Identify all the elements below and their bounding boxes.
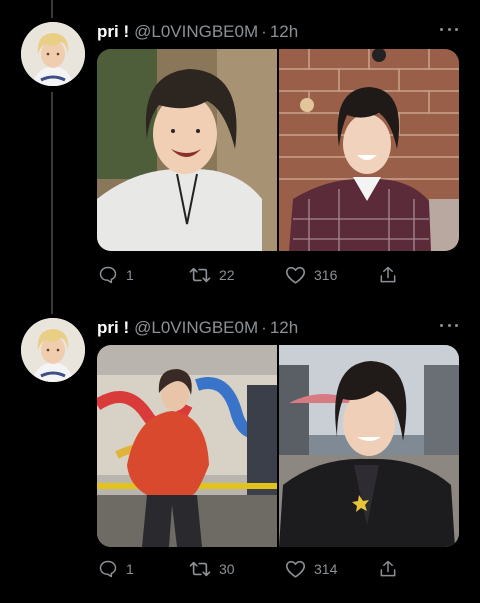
- avatar[interactable]: [21, 22, 85, 86]
- like-action[interactable]: 316: [285, 263, 337, 287]
- share-icon: [380, 266, 396, 283]
- media-grid: [97, 49, 459, 251]
- reply-count: 1: [126, 561, 134, 577]
- tweet[interactable]: pri ! @L0VINGBE0M · 12h: [0, 20, 480, 310]
- action-bar: 1 30 314: [97, 557, 459, 581]
- display-name[interactable]: pri !: [97, 22, 129, 42]
- more-dot: [440, 323, 443, 327]
- retweet-icon: [189, 267, 211, 283]
- retweet-action[interactable]: 30: [189, 557, 235, 581]
- photo-black-jacket-outdoors[interactable]: [279, 345, 459, 547]
- retweet-count: 30: [219, 561, 235, 577]
- display-name[interactable]: pri !: [97, 318, 129, 338]
- reply-count: 1: [126, 267, 134, 283]
- more-dot: [447, 27, 451, 31]
- more-dot: [440, 27, 443, 31]
- reply-icon: [99, 266, 117, 284]
- tweet[interactable]: pri ! @L0VINGBE0M · 12h: [0, 316, 480, 603]
- photo-laughing-white-jacket[interactable]: [97, 49, 277, 251]
- tweet-header: pri ! @L0VINGBE0M · 12h: [97, 316, 298, 340]
- more-dot: [455, 323, 458, 327]
- more-options-icon[interactable]: [440, 24, 458, 34]
- tweet-header: pri ! @L0VINGBE0M · 12h: [97, 20, 298, 44]
- separator-dot: ·: [261, 22, 267, 41]
- action-bar: 1 22 316: [97, 263, 459, 287]
- user-handle[interactable]: @L0VINGBE0M: [134, 22, 258, 42]
- reply-icon: [99, 560, 117, 578]
- like-count: 314: [314, 561, 338, 577]
- heart-icon: [285, 560, 306, 578]
- separator-dot: ·: [261, 318, 267, 337]
- more-options-icon[interactable]: [440, 320, 458, 330]
- more-dot: [455, 27, 458, 31]
- share-action[interactable]: [378, 557, 406, 581]
- media-grid: [97, 345, 459, 547]
- retweet-icon: [189, 561, 211, 577]
- share-icon: [380, 560, 396, 577]
- timestamp[interactable]: 12h: [270, 318, 298, 338]
- user-handle[interactable]: @L0VINGBE0M: [134, 318, 258, 338]
- retweet-count: 22: [219, 267, 235, 283]
- thread-line-top: [51, 0, 53, 18]
- share-action[interactable]: [378, 263, 406, 287]
- like-count: 316: [314, 267, 338, 283]
- reply-action[interactable]: 1: [98, 557, 134, 581]
- avatar[interactable]: [21, 318, 85, 382]
- heart-icon: [285, 266, 306, 284]
- reply-action[interactable]: 1: [98, 263, 134, 287]
- like-action[interactable]: 314: [285, 557, 337, 581]
- photo-red-sweater-graffiti[interactable]: [97, 345, 277, 547]
- timestamp[interactable]: 12h: [270, 22, 298, 42]
- photo-plaid-shirt-brick-wall[interactable]: [279, 49, 459, 251]
- more-dot: [447, 323, 451, 327]
- retweet-action[interactable]: 22: [189, 263, 235, 287]
